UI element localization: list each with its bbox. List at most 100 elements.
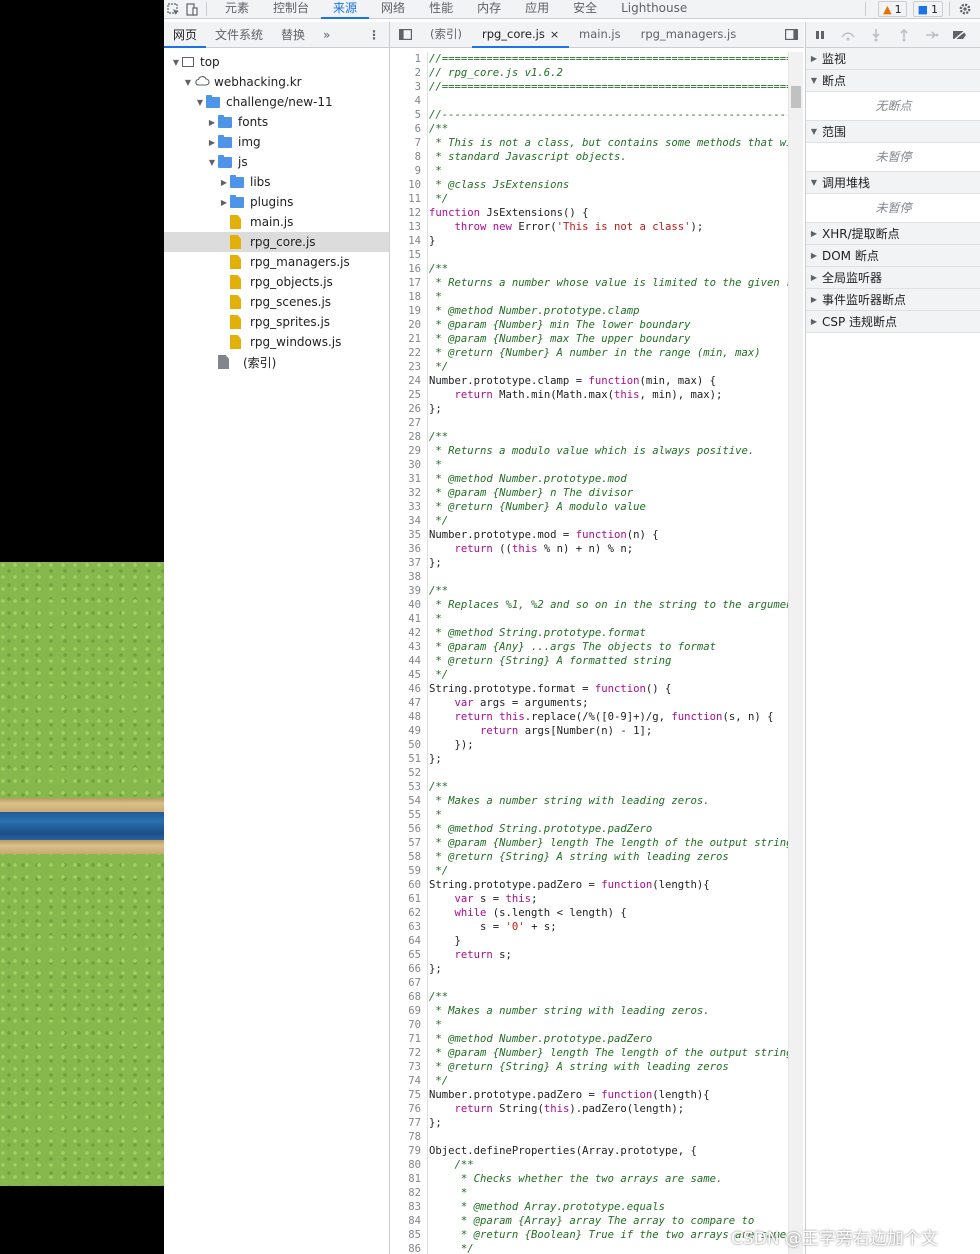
line-number[interactable]: 46 bbox=[390, 682, 428, 696]
section-header[interactable]: ▼ 断点 bbox=[806, 70, 980, 91]
tree-item[interactable]: ▼ challenge/new-11 bbox=[164, 92, 389, 112]
editor-tab[interactable]: rpg_core.js × bbox=[471, 22, 570, 48]
tree-item[interactable]: rpg_sprites.js bbox=[164, 312, 389, 332]
tree-item[interactable]: ▼ top bbox=[164, 52, 389, 72]
line-number[interactable]: 71 bbox=[390, 1032, 428, 1046]
warning-badge[interactable]: ▲ 1 bbox=[878, 1, 907, 17]
line-number[interactable]: 3 bbox=[390, 80, 428, 94]
line-number[interactable]: 5 bbox=[390, 108, 428, 122]
expand-arrow-icon[interactable]: ▼ bbox=[194, 98, 206, 107]
line-number[interactable]: 6 bbox=[390, 122, 428, 136]
panel-tab[interactable]: 安全 bbox=[561, 0, 609, 18]
line-number[interactable]: 47 bbox=[390, 696, 428, 710]
line-number[interactable]: 80 bbox=[390, 1158, 428, 1172]
line-number[interactable]: 22 bbox=[390, 346, 428, 360]
panel-tab[interactable]: 元素 bbox=[213, 0, 261, 18]
line-number[interactable]: 30 bbox=[390, 458, 428, 472]
line-number[interactable]: 85 bbox=[390, 1228, 428, 1242]
tree-item[interactable]: rpg_scenes.js bbox=[164, 292, 389, 312]
section-header[interactable]: ▼ 调用堆栈 bbox=[806, 172, 980, 193]
navigator-tab[interactable]: 替换 bbox=[272, 23, 314, 47]
line-number[interactable]: 66 bbox=[390, 962, 428, 976]
expand-arrow-icon[interactable]: ▶ bbox=[206, 118, 218, 127]
line-number[interactable]: 60 bbox=[390, 878, 428, 892]
toggle-navigator-icon[interactable] bbox=[390, 27, 420, 43]
line-number[interactable]: 44 bbox=[390, 654, 428, 668]
line-number[interactable]: 23 bbox=[390, 360, 428, 374]
line-number[interactable]: 7 bbox=[390, 136, 428, 150]
line-number[interactable]: 2 bbox=[390, 66, 428, 80]
line-number[interactable]: 61 bbox=[390, 892, 428, 906]
toggle-debugger-icon[interactable] bbox=[778, 27, 804, 43]
inspect-element-icon[interactable] bbox=[164, 1, 182, 17]
line-number[interactable]: 15 bbox=[390, 248, 428, 262]
line-number[interactable]: 29 bbox=[390, 444, 428, 458]
line-number[interactable]: 8 bbox=[390, 150, 428, 164]
line-number[interactable]: 59 bbox=[390, 864, 428, 878]
line-number[interactable]: 31 bbox=[390, 472, 428, 486]
deactivate-breakpoints-icon[interactable] bbox=[946, 27, 974, 43]
line-number[interactable]: 1 bbox=[390, 52, 428, 66]
line-number[interactable]: 72 bbox=[390, 1046, 428, 1060]
step-over-icon[interactable] bbox=[834, 27, 862, 43]
line-number[interactable]: 73 bbox=[390, 1060, 428, 1074]
line-number[interactable]: 20 bbox=[390, 318, 428, 332]
line-number[interactable]: 37 bbox=[390, 556, 428, 570]
line-number[interactable]: 79 bbox=[390, 1144, 428, 1158]
line-number[interactable]: 10 bbox=[390, 178, 428, 192]
close-tab-icon[interactable]: × bbox=[550, 28, 559, 41]
panel-tab[interactable]: 应用 bbox=[513, 0, 561, 18]
section-header[interactable]: ▶ 监视 bbox=[806, 48, 980, 69]
section-header[interactable]: ▶ DOM 断点 bbox=[806, 245, 980, 266]
section-header[interactable]: ▶ 全局监听器 bbox=[806, 267, 980, 288]
panel-tab[interactable]: Lighthouse bbox=[609, 0, 699, 18]
section-header[interactable]: ▶ XHR/提取断点 bbox=[806, 223, 980, 244]
line-number[interactable]: 58 bbox=[390, 850, 428, 864]
line-number[interactable]: 82 bbox=[390, 1186, 428, 1200]
line-number[interactable]: 16 bbox=[390, 262, 428, 276]
expand-arrow-icon[interactable]: ▼ bbox=[182, 78, 194, 87]
expand-arrow-icon[interactable]: ▶ bbox=[206, 138, 218, 147]
line-number[interactable]: 77 bbox=[390, 1116, 428, 1130]
code-view[interactable]: 1//=====================================… bbox=[390, 52, 788, 1254]
line-number[interactable]: 51 bbox=[390, 752, 428, 766]
line-number[interactable]: 49 bbox=[390, 724, 428, 738]
more-tabs-button[interactable]: » bbox=[314, 23, 339, 47]
line-number[interactable]: 33 bbox=[390, 500, 428, 514]
tree-item[interactable]: (索引) bbox=[164, 352, 389, 372]
line-number[interactable]: 70 bbox=[390, 1018, 428, 1032]
settings-gear-icon[interactable] bbox=[956, 1, 974, 17]
tree-item[interactable]: ▶ libs bbox=[164, 172, 389, 192]
line-number[interactable]: 56 bbox=[390, 822, 428, 836]
editor-tab[interactable]: rpg_managers.js bbox=[631, 22, 747, 47]
expand-arrow-icon[interactable]: ▼ bbox=[206, 158, 218, 167]
scrollbar-thumb[interactable] bbox=[791, 86, 801, 108]
line-number[interactable]: 74 bbox=[390, 1074, 428, 1088]
pause-icon[interactable] bbox=[806, 27, 834, 43]
line-number[interactable]: 69 bbox=[390, 1004, 428, 1018]
line-number[interactable]: 18 bbox=[390, 290, 428, 304]
line-number[interactable]: 57 bbox=[390, 836, 428, 850]
line-number[interactable]: 40 bbox=[390, 598, 428, 612]
line-number[interactable]: 14 bbox=[390, 234, 428, 248]
line-number[interactable]: 24 bbox=[390, 374, 428, 388]
line-number[interactable]: 27 bbox=[390, 416, 428, 430]
message-badge[interactable]: ■ 1 bbox=[912, 1, 943, 17]
line-number[interactable]: 19 bbox=[390, 304, 428, 318]
section-header[interactable]: ▶ CSP 违规断点 bbox=[806, 311, 980, 332]
line-number[interactable]: 39 bbox=[390, 584, 428, 598]
vertical-scrollbar[interactable] bbox=[788, 52, 803, 1254]
tree-item[interactable]: ▼ webhacking.kr bbox=[164, 72, 389, 92]
line-number[interactable]: 75 bbox=[390, 1088, 428, 1102]
line-number[interactable]: 43 bbox=[390, 640, 428, 654]
navigator-menu-button[interactable]: ⋮ bbox=[359, 23, 389, 47]
line-number[interactable]: 63 bbox=[390, 920, 428, 934]
expand-arrow-icon[interactable]: ▶ bbox=[218, 178, 230, 187]
line-number[interactable]: 84 bbox=[390, 1214, 428, 1228]
line-number[interactable]: 36 bbox=[390, 542, 428, 556]
tree-item[interactable]: ▶ plugins bbox=[164, 192, 389, 212]
line-number[interactable]: 9 bbox=[390, 164, 428, 178]
line-number[interactable]: 41 bbox=[390, 612, 428, 626]
line-number[interactable]: 17 bbox=[390, 276, 428, 290]
line-number[interactable]: 45 bbox=[390, 668, 428, 682]
